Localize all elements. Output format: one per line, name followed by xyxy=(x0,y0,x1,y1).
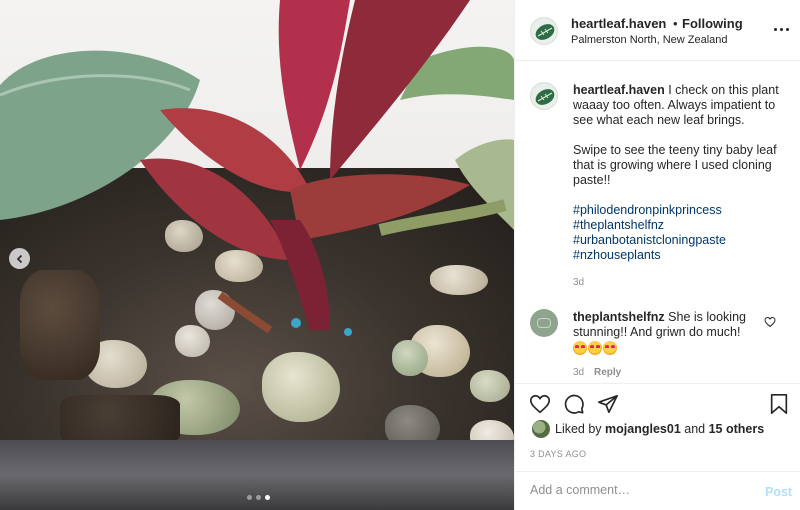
post-location[interactable]: Palmerston North, New Zealand xyxy=(571,34,728,46)
bookmark-icon[interactable] xyxy=(768,393,790,415)
plant-illustration xyxy=(0,0,514,336)
comment-text-block: theplantshelfnz She is looking stunning!… xyxy=(573,310,763,340)
post-photo[interactable] xyxy=(0,0,514,510)
caption-text-2: Swipe to see the teeny tiny baby leaf th… xyxy=(573,143,777,187)
commenter-avatar[interactable] xyxy=(530,309,558,337)
post-comment-button[interactable]: Post xyxy=(765,485,792,499)
caption-avatar[interactable] xyxy=(530,82,558,110)
leaf-avatar-icon xyxy=(535,24,555,40)
leaf-avatar-icon xyxy=(535,89,555,105)
carousel-dot xyxy=(256,495,261,500)
hashtag-link[interactable]: #urbanbotanistcloningpaste xyxy=(573,233,788,248)
carousel-prev-button[interactable] xyxy=(9,248,30,269)
avatar[interactable] xyxy=(530,17,558,45)
likes-prefix: Liked by xyxy=(555,422,602,436)
hashtag-link[interactable]: #theplantshelfnz xyxy=(573,218,788,233)
post-date[interactable]: 3 DAYS AGO xyxy=(530,449,586,459)
carousel-dot xyxy=(247,495,252,500)
comment-emojis xyxy=(573,341,617,355)
carousel-indicator xyxy=(247,495,270,500)
heart-eyes-emoji-icon xyxy=(588,341,602,355)
hashtag-link[interactable]: #philodendronpinkprincess xyxy=(573,203,788,218)
post-header: heartleaf.haven • Following Palmerston N… xyxy=(515,0,800,61)
following-button[interactable]: Following xyxy=(682,16,743,31)
action-bar xyxy=(515,383,800,419)
comment-age[interactable]: 3d xyxy=(573,367,584,378)
carousel-dot-active xyxy=(265,495,270,500)
post-caption: heartleaf.haven I check on this plant wa… xyxy=(573,83,788,263)
heart-eyes-emoji-icon xyxy=(573,341,587,355)
chevron-left-icon xyxy=(16,254,22,263)
post-details-panel: heartleaf.haven • Following Palmerston N… xyxy=(514,0,800,510)
caption-username[interactable]: heartleaf.haven xyxy=(573,83,665,97)
likes-conjunction: and xyxy=(684,422,706,436)
hashtag-list: #philodendronpinkprincess #theplantshelf… xyxy=(573,203,788,263)
paper-plane-icon[interactable] xyxy=(597,393,619,415)
hashtag-link[interactable]: #nzhouseplants xyxy=(573,248,788,263)
heart-eyes-emoji-icon xyxy=(603,341,617,355)
comment-input[interactable] xyxy=(530,483,750,497)
heart-icon[interactable] xyxy=(529,393,551,415)
reply-button[interactable]: Reply xyxy=(594,367,621,378)
caption-age[interactable]: 3d xyxy=(573,277,584,288)
add-comment-bar: Post xyxy=(515,471,800,510)
post-author-username[interactable]: heartleaf.haven xyxy=(571,16,666,31)
comment-bubble-icon[interactable] xyxy=(563,393,585,415)
comments-area: heartleaf.haven I check on this plant wa… xyxy=(515,61,800,383)
liker-avatar[interactable] xyxy=(532,420,550,438)
likes-summary: Liked by mojangles01 and 15 others xyxy=(532,420,764,438)
separator-dot: • xyxy=(673,16,678,31)
more-options-button[interactable] xyxy=(774,21,790,37)
comment-like-heart-icon[interactable] xyxy=(764,316,776,328)
commenter-username[interactable]: theplantshelfnz xyxy=(573,310,665,324)
liker-username[interactable]: mojangles01 xyxy=(605,422,681,436)
more-horizontal-icon xyxy=(774,27,777,31)
likes-others-link[interactable]: 15 others xyxy=(709,422,765,436)
